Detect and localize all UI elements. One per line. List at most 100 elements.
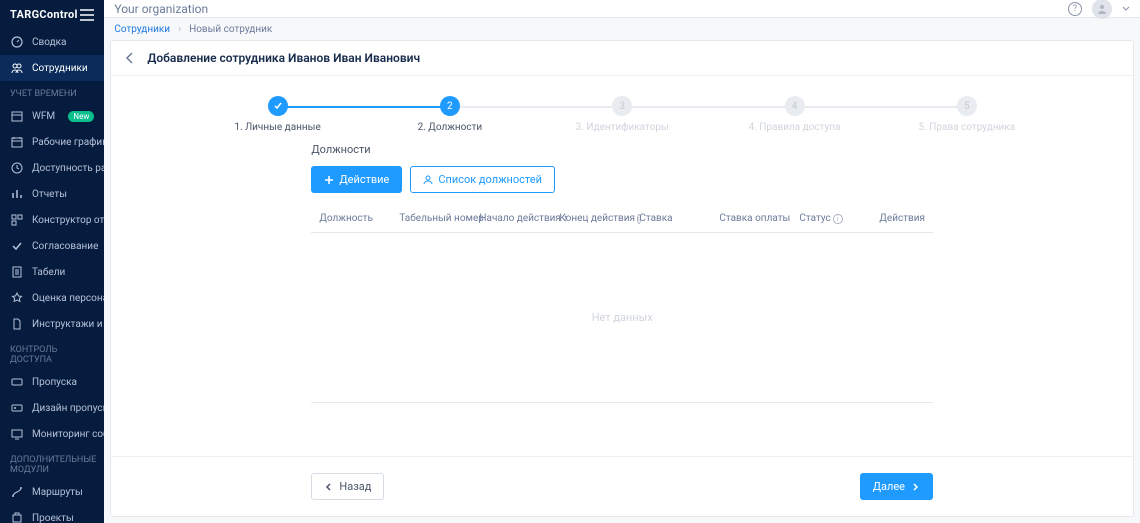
back-button[interactable]: Назад — [311, 473, 384, 500]
gauge-icon — [10, 35, 24, 49]
clock-icon — [10, 161, 24, 175]
sidebar-item-label: Сотрудники — [32, 63, 88, 74]
check-icon — [10, 239, 24, 253]
sidebar-item-timesheets[interactable]: Табели — [0, 259, 104, 285]
table-header: Должность Табельный номер Начало действи… — [311, 205, 933, 233]
step-1[interactable]: 1. Личные данные — [191, 96, 363, 133]
section-title: Должности — [311, 143, 933, 156]
page-title: Добавление сотрудника Иванов Иван Иванов… — [147, 51, 420, 65]
table-empty: Нет данных — [311, 233, 933, 403]
col-actions: Действия — [875, 213, 929, 224]
step-number: 5 — [957, 96, 977, 116]
sidebar-item-label: Согласование — [32, 241, 98, 252]
sidebar-item-label: Сводка — [32, 37, 66, 48]
plus-icon — [324, 175, 334, 185]
breadcrumb-link[interactable]: Сотрудники — [114, 24, 170, 35]
back-arrow-icon[interactable] — [123, 51, 137, 65]
sidebar-item-label: Конструктор отчётов — [32, 215, 104, 226]
sidebar-section-modules: ДОПОЛНИТЕЛЬНЫЕ МОДУЛИ — [0, 447, 104, 479]
step-4: 4 4. Правила доступа — [708, 96, 880, 133]
next-button[interactable]: Далее — [860, 473, 933, 500]
sidebar-item-employees[interactable]: Сотрудники — [0, 55, 104, 81]
button-label: Действие — [339, 173, 389, 186]
action-button[interactable]: Действие — [311, 166, 402, 193]
col-status[interactable]: Статус i — [795, 213, 875, 224]
help-icon[interactable]: ? — [1068, 2, 1082, 16]
builder-icon — [10, 213, 24, 227]
positions-list-button[interactable]: Список должностей — [410, 166, 555, 193]
col-start[interactable]: Начало действия↑ — [475, 213, 555, 224]
users-icon — [10, 61, 24, 75]
avatar[interactable] — [1092, 0, 1112, 19]
sidebar-item-report-builder[interactable]: Конструктор отчётов — [0, 207, 104, 233]
bars-icon — [10, 187, 24, 201]
sidebar-item-briefings[interactable]: Инструктажи и справки — [0, 311, 104, 337]
col-payrate[interactable]: Ставка оплаты — [715, 213, 795, 224]
sidebar-item-projects[interactable]: Проекты — [0, 505, 104, 523]
sidebar-item-label: Рабочие графики — [32, 137, 104, 148]
step-label: 3. Идентификаторы — [576, 122, 669, 133]
design-icon — [10, 401, 24, 415]
sidebar-item-pass-design[interactable]: Дизайн пропусков — [0, 395, 104, 421]
sidebar-item-monitoring[interactable]: Мониторинг событий — [0, 421, 104, 447]
sidebar-item-label: Оценка персонала — [32, 293, 104, 304]
calendar-icon — [10, 109, 24, 123]
check-icon — [268, 96, 288, 116]
button-label: Назад — [339, 480, 371, 493]
button-label: Далее — [873, 480, 905, 493]
sidebar-item-reports[interactable]: Отчеты — [0, 181, 104, 207]
sidebar-item-approval[interactable]: Согласование — [0, 233, 104, 259]
col-rate[interactable]: Ставка — [635, 213, 715, 224]
col-end[interactable]: Конец действия i — [555, 213, 635, 224]
calendar-icon — [10, 135, 24, 149]
step-number: 2 — [440, 96, 460, 116]
sidebar-item-availability[interactable]: Доступность работы — [0, 155, 104, 181]
chevron-right-icon: › — [178, 24, 181, 35]
main-panel: Добавление сотрудника Иванов Иван Иванов… — [110, 40, 1134, 517]
arrow-right-icon — [910, 482, 920, 492]
org-name: Your organization — [114, 2, 208, 16]
sidebar-item-label: Пропуска — [32, 377, 77, 388]
sidebar-item-schedules[interactable]: Рабочие графики — [0, 129, 104, 155]
step-2[interactable]: 2 2. Должности — [364, 96, 536, 133]
sidebar: TARGControl Сводка Сотрудники УЧЕТ ВРЕМЕ… — [0, 0, 104, 523]
info-icon[interactable]: i — [833, 214, 843, 224]
step-label: 1. Личные данные — [234, 122, 320, 133]
sidebar-item-label: Инструктажи и справки — [32, 319, 104, 330]
step-label: 2. Должности — [418, 122, 483, 133]
col-position[interactable]: Должность — [315, 213, 395, 224]
sidebar-item-routes[interactable]: Маршруты — [0, 479, 104, 505]
badge-new: New — [68, 111, 94, 122]
breadcrumb: Сотрудники › Новый сотрудник — [104, 18, 1140, 40]
sidebar-section-access: КОНТРОЛЬ ДОСТУПА — [0, 337, 104, 369]
chevron-down-icon[interactable] — [1122, 5, 1130, 13]
card-icon — [10, 375, 24, 389]
step-label: 4. Правила доступа — [749, 122, 841, 133]
user-icon — [423, 175, 433, 185]
sidebar-item-evaluation[interactable]: Оценка персонала — [0, 285, 104, 311]
star-icon — [10, 291, 24, 305]
step-number: 4 — [785, 96, 805, 116]
breadcrumb-current: Новый сотрудник — [189, 24, 272, 35]
step-number: 3 — [612, 96, 632, 116]
empty-text: Нет данных — [592, 311, 653, 324]
topbar: Your organization ? — [104, 0, 1140, 18]
route-icon — [10, 485, 24, 499]
sidebar-item-label: Отчеты — [32, 189, 67, 200]
step-5: 5 5. Права сотрудника — [881, 96, 1053, 133]
sidebar-item-label: Проекты — [32, 513, 74, 523]
step-label: 5. Права сотрудника — [919, 122, 1016, 133]
hamburger-icon[interactable] — [80, 9, 94, 21]
monitor-icon — [10, 427, 24, 441]
arrow-left-icon — [324, 482, 334, 492]
button-label: Список должностей — [438, 173, 542, 186]
sidebar-item-summary[interactable]: Сводка — [0, 29, 104, 55]
stepper: 1. Личные данные 2 2. Должности 3 3. Иде… — [111, 76, 1133, 143]
sidebar-item-label: WFM — [32, 111, 55, 122]
sidebar-item-passes[interactable]: Пропуска — [0, 369, 104, 395]
sidebar-item-wfm[interactable]: WFM New — [0, 103, 104, 129]
sidebar-item-label: Маршруты — [32, 487, 83, 498]
sidebar-item-label: Доступность работы — [32, 163, 104, 174]
sidebar-item-label: Мониторинг событий — [32, 429, 104, 440]
col-tabno[interactable]: Табельный номер — [395, 213, 475, 224]
